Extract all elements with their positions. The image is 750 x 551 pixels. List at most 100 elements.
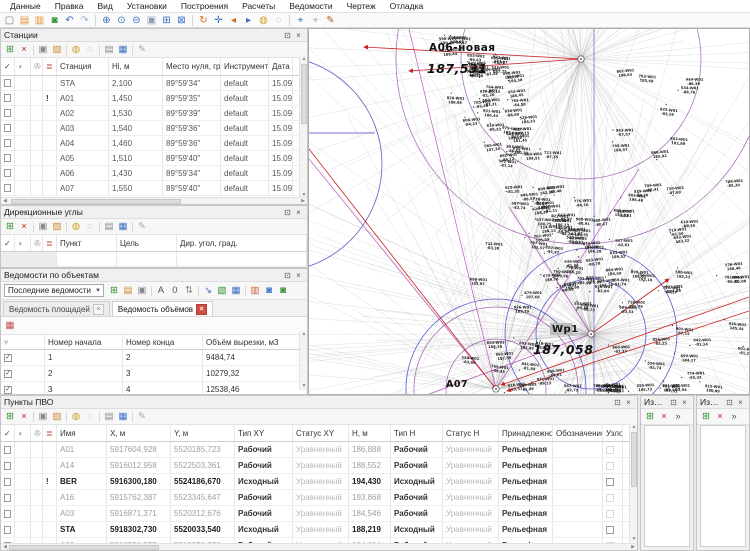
pvo-vscroll[interactable]: ▲▼ <box>629 424 637 543</box>
row-checkbox[interactable] <box>4 494 11 502</box>
node-checkbox[interactable] <box>606 526 614 534</box>
col-h[interactable]: H, м <box>349 425 391 441</box>
menu-item-Ведомости[interactable]: Ведомости <box>282 0 339 12</box>
col-name[interactable]: Имя <box>57 425 107 441</box>
col-status-xy[interactable]: Статус XY <box>293 425 349 441</box>
menu-item-Правка[interactable]: Правка <box>48 0 91 12</box>
table-row[interactable]: A015917604,9285520185,723РабочийУравненн… <box>1 442 637 458</box>
tools-icon[interactable]: ✎ <box>135 44 149 56</box>
copy-icon[interactable]: ▣ <box>36 221 50 233</box>
sheets-vscroll[interactable]: ▲▼ <box>299 331 307 390</box>
float-panel-button[interactable]: ⊡ <box>612 397 623 408</box>
find-zero-icon[interactable]: 0 <box>168 285 182 297</box>
create-sheet-icon[interactable]: ⊞ <box>107 285 121 297</box>
menu-item-Вид[interactable]: Вид <box>90 0 119 12</box>
tab-Ведомость объёмов[interactable]: Ведомость объёмов× <box>112 301 213 316</box>
col-end-number[interactable]: Номер конца <box>123 335 203 349</box>
table-row[interactable]: STA5918302,7305520033,540ИсходныйУравнен… <box>1 522 637 538</box>
col-node[interactable]: Узлов <box>603 425 623 441</box>
float-panel-button[interactable]: ⊡ <box>724 397 735 408</box>
table-row-empty[interactable] <box>1 252 307 267</box>
row-checkbox[interactable] <box>4 94 11 102</box>
tools-icon[interactable]: ✎ <box>135 221 149 233</box>
menu-item-Построения[interactable]: Построения <box>174 0 235 12</box>
delete-row-icon[interactable]: × <box>17 221 31 233</box>
redo-icon[interactable]: ↷ <box>77 14 92 27</box>
row-checkbox[interactable] <box>4 510 11 518</box>
search-area-icon[interactable]: ⌖ <box>308 14 323 27</box>
stations-hscroll[interactable]: ◀▶ <box>1 197 307 204</box>
table-row[interactable]: !BER5916300,1805524186,670ИсходныйУравне… <box>1 474 637 490</box>
col-x[interactable]: X, м <box>107 425 171 441</box>
undo-icon[interactable]: ↶ <box>62 14 77 27</box>
sort-icon[interactable]: ⇅ <box>182 285 196 297</box>
open-file-icon[interactable]: ▤ <box>17 14 32 27</box>
more-icon[interactable]: » <box>671 411 685 423</box>
col-station[interactable]: Станция <box>57 58 109 75</box>
table-view-icon[interactable]: ▦ <box>116 221 130 233</box>
add-row-icon[interactable]: ⊞ <box>643 411 657 423</box>
edit-pen-icon[interactable]: ✎ <box>323 14 338 27</box>
col-designation[interactable]: Обозначение <box>553 425 603 441</box>
more-icon[interactable]: » <box>727 411 741 423</box>
preview-icon[interactable]: ▤ <box>102 411 116 423</box>
paste-icon[interactable]: ▨ <box>50 221 64 233</box>
close-panel-button[interactable]: × <box>679 397 690 408</box>
save-all-icon[interactable]: ◙ <box>276 285 290 297</box>
save-icon[interactable]: ◙ <box>47 14 62 27</box>
add-row-icon[interactable]: ⊞ <box>3 44 17 56</box>
open-sheet-icon[interactable]: ▤ <box>121 285 135 297</box>
table-row[interactable]: ✓3412538,46 <box>1 382 307 395</box>
stations-vscroll[interactable]: ▲▼ <box>299 56 307 199</box>
col-type-xy[interactable]: Тип XY <box>235 425 293 441</box>
table-row[interactable]: A071,55089°59'40"default15.09 <box>1 181 307 196</box>
preview-icon[interactable]: ▤ <box>102 221 116 233</box>
table-row[interactable]: A021,53089°59'39"default15.09 <box>1 106 307 121</box>
row-checkbox[interactable] <box>4 154 11 162</box>
add-row-icon[interactable]: ⊞ <box>3 221 17 233</box>
col-zero-place[interactable]: Место нуля, град <box>163 58 221 75</box>
tab-close-icon[interactable]: × <box>93 304 104 315</box>
delete-row-icon[interactable]: × <box>657 411 671 423</box>
lamp-off-icon[interactable]: ◌ <box>83 411 97 423</box>
recent-sheets-dropdown[interactable]: Последние ведомости ▼ <box>4 284 104 297</box>
col-belonging[interactable]: Принадлежность <box>499 425 553 441</box>
col-y[interactable]: Y, м <box>171 425 235 441</box>
survey-map-canvas[interactable]: 558-W01-83,88952-W01-83,24760-W01189,569… <box>309 29 749 394</box>
table-row[interactable]: A035916871,3715520312,676РабочийУравненн… <box>1 506 637 522</box>
menu-item-Расчеты[interactable]: Расчеты <box>235 0 282 12</box>
table-row[interactable]: A145916012,9585522503,361РабочийУравненн… <box>1 458 637 474</box>
menu-item-Данные[interactable]: Данные <box>3 0 48 12</box>
col-instrument[interactable]: Инструмент <box>221 58 269 75</box>
col-hi[interactable]: Hi, м <box>109 58 163 75</box>
lamp-on-icon[interactable]: ◍ <box>69 221 83 233</box>
menu-item-Чертеж[interactable]: Чертеж <box>340 0 383 12</box>
copy-sheet-icon[interactable]: ▣ <box>135 285 149 297</box>
pan-icon[interactable]: ⊞ <box>159 14 174 27</box>
delete-row-icon[interactable]: × <box>17 411 31 423</box>
table-row[interactable]: A051,51089°59'40"default15.09 <box>1 151 307 166</box>
pvo-hscroll[interactable]: ◀▶ <box>1 543 637 550</box>
node-checkbox[interactable] <box>606 510 614 518</box>
nav-next-icon[interactable]: ▸ <box>241 14 256 27</box>
copy-icon[interactable]: ▣ <box>36 44 50 56</box>
pick-object-icon[interactable]: ↘ <box>201 285 215 297</box>
table-row[interactable]: A031,54089°59'36"default15.09 <box>1 121 307 136</box>
menu-item-Отладка[interactable]: Отладка <box>383 0 431 12</box>
row-checkbox[interactable]: ✓ <box>4 386 12 394</box>
table-view-icon[interactable]: ▦ <box>116 411 130 423</box>
delete-row-icon[interactable]: × <box>713 411 727 423</box>
save-sheet-icon[interactable]: ◙ <box>262 285 276 297</box>
row-checkbox[interactable] <box>4 109 11 117</box>
table-row[interactable]: A061,43089°59'34"default15.09 <box>1 166 307 181</box>
node-checkbox[interactable] <box>606 446 614 454</box>
row-checkbox[interactable] <box>4 462 11 470</box>
col-status-h[interactable]: Статус H <box>443 425 499 441</box>
float-panel-button[interactable]: ⊡ <box>282 30 293 41</box>
tab-close-icon[interactable]: × <box>196 304 207 315</box>
close-panel-button[interactable]: × <box>293 207 304 218</box>
paste-icon[interactable]: ▨ <box>50 44 64 56</box>
row-checkbox[interactable] <box>4 124 11 132</box>
find-text-icon[interactable]: А <box>154 285 168 297</box>
search-point-icon[interactable]: ⌖ <box>293 14 308 27</box>
